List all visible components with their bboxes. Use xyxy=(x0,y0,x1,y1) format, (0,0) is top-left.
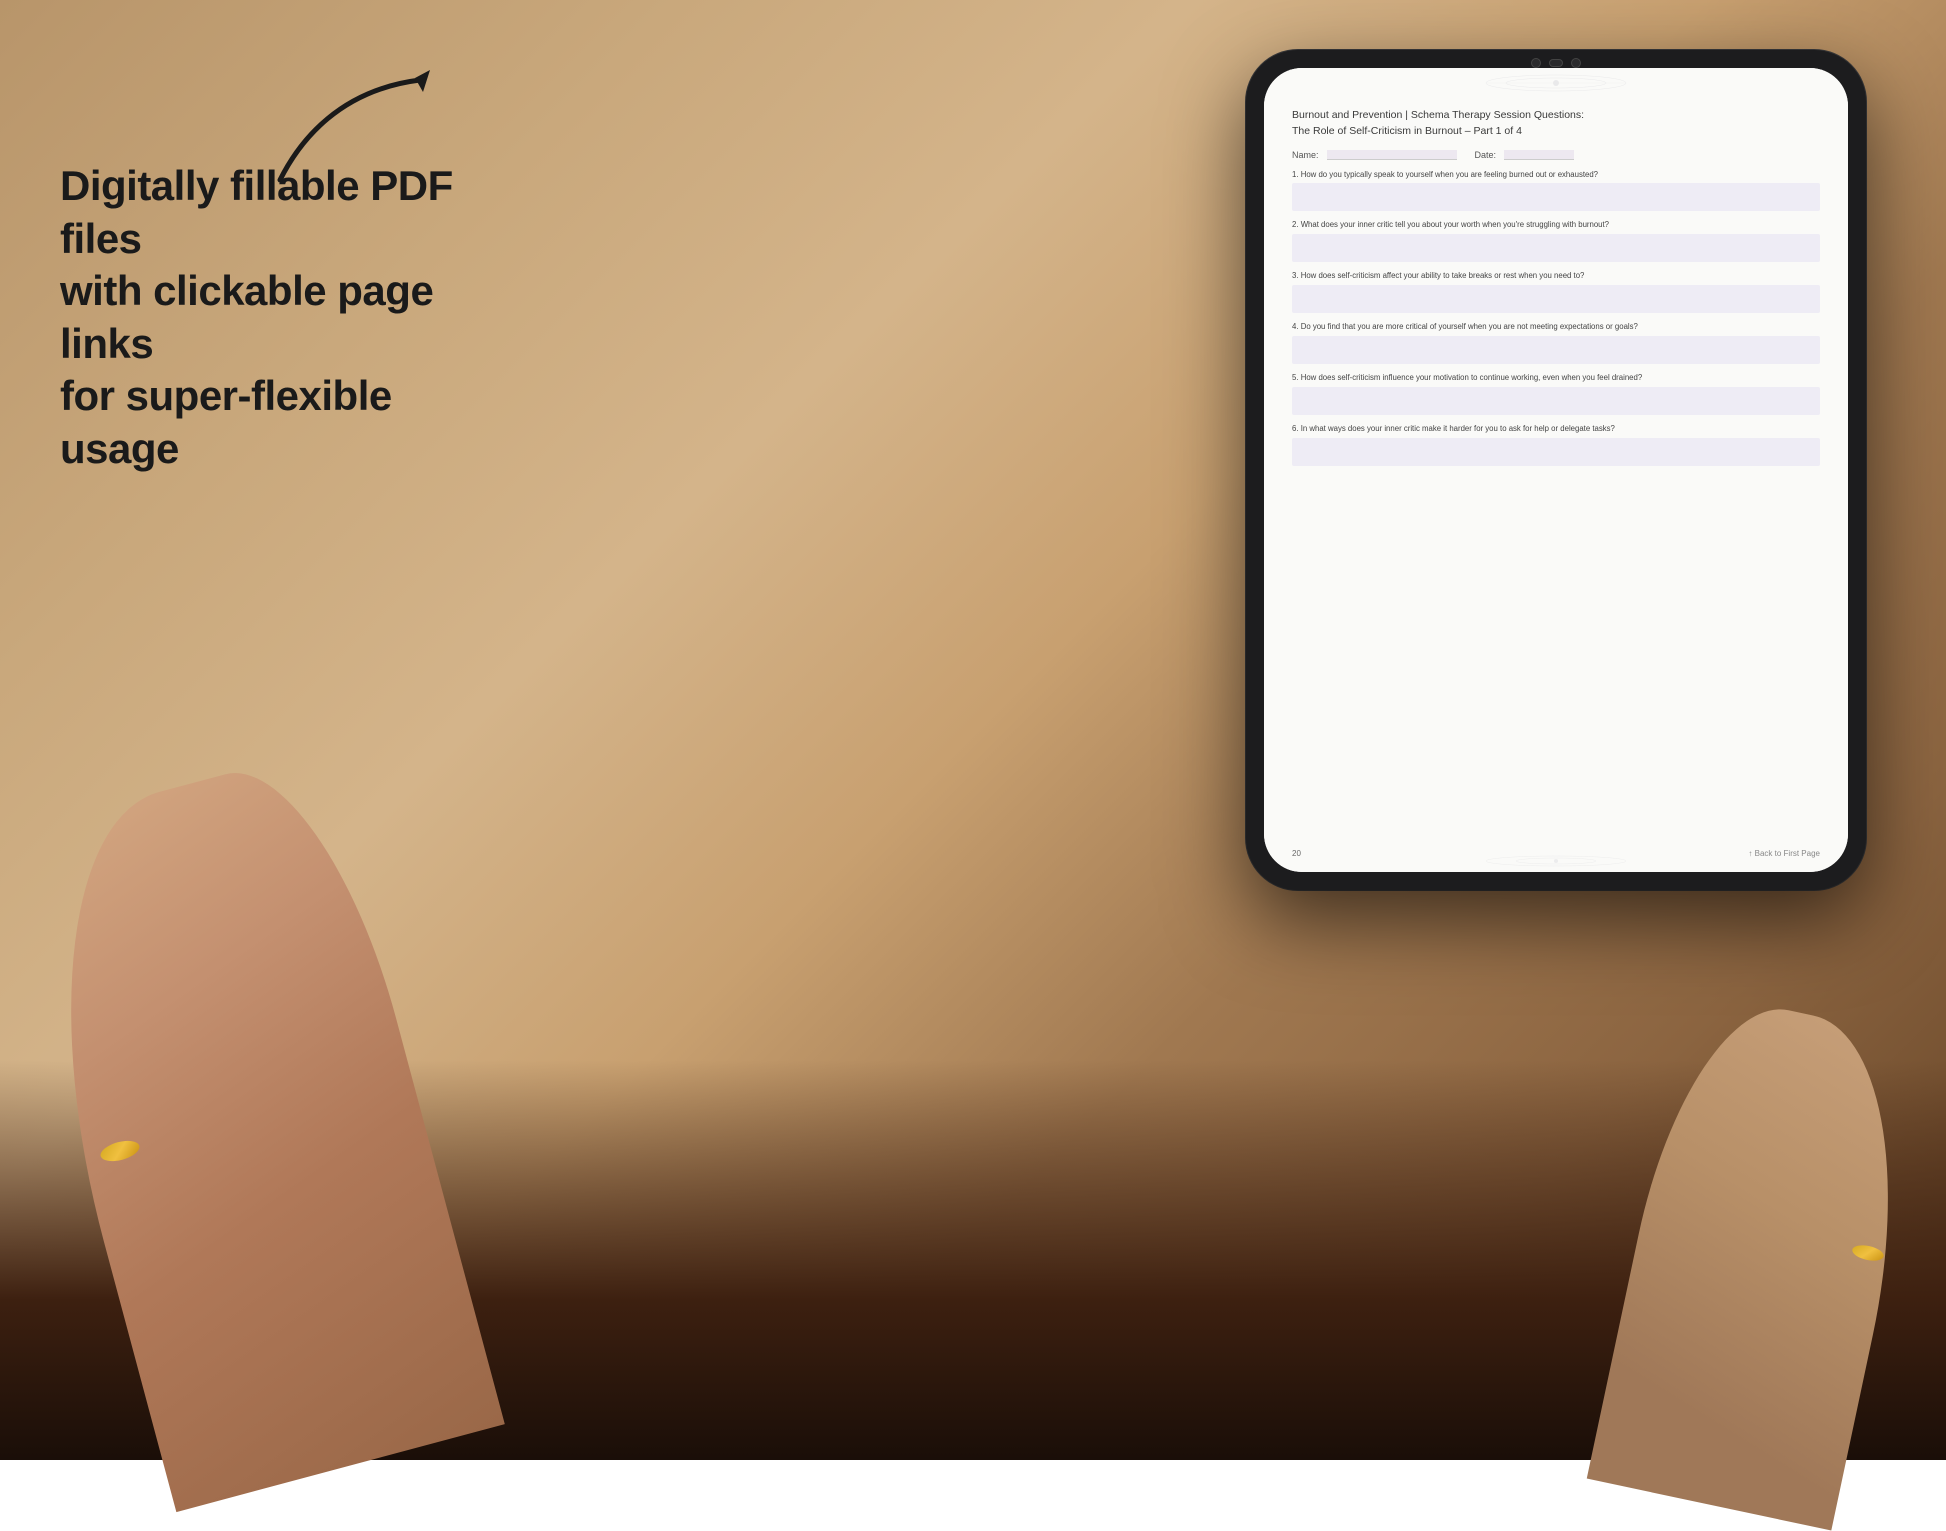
pdf-title-line2: The Role of Self-Criticism in Burnout – … xyxy=(1292,124,1820,140)
answer-1-box[interactable] xyxy=(1292,183,1820,211)
question-6: 6. In what ways does your inner critic m… xyxy=(1292,424,1820,466)
question-1: 1. How do you typically speak to yoursel… xyxy=(1292,170,1820,212)
question-3-text: 3. How does self-criticism affect your a… xyxy=(1292,271,1820,282)
pdf-name-label: Name: xyxy=(1292,150,1319,160)
pdf-page-number: 20 xyxy=(1292,849,1301,858)
pdf-title-line1: Burnout and Prevention | Schema Therapy … xyxy=(1292,108,1820,124)
pdf-deco-top xyxy=(1476,72,1636,94)
answer-6-box[interactable] xyxy=(1292,438,1820,466)
answer-4-box[interactable] xyxy=(1292,336,1820,364)
tablet-camera-right xyxy=(1571,58,1581,68)
pdf-name-field[interactable] xyxy=(1327,150,1457,160)
question-4: 4. Do you find that you are more critica… xyxy=(1292,322,1820,364)
question-5: 5. How does self-criticism influence you… xyxy=(1292,373,1820,415)
answer-5-box[interactable] xyxy=(1292,387,1820,415)
pdf-deco-bottom xyxy=(1476,854,1636,868)
question-2-text: 2. What does your inner critic tell you … xyxy=(1292,220,1820,231)
pdf-back-to-first-link[interactable]: ↑ Back to First Page xyxy=(1748,849,1820,858)
promo-headline: Digitally fillable PDF files with clicka… xyxy=(60,160,500,475)
pdf-document: Burnout and Prevention | Schema Therapy … xyxy=(1264,68,1848,872)
question-4-text: 4. Do you find that you are more critica… xyxy=(1292,322,1820,333)
answer-3-box[interactable] xyxy=(1292,285,1820,313)
pdf-name-date-row: Name: Date: xyxy=(1292,150,1820,160)
tablet-sensor xyxy=(1549,59,1563,67)
question-2: 2. What does your inner critic tell you … xyxy=(1292,220,1820,262)
tablet-bezel: Burnout and Prevention | Schema Therapy … xyxy=(1246,50,1866,890)
pdf-title-block: Burnout and Prevention | Schema Therapy … xyxy=(1292,108,1820,140)
pdf-date-label: Date: xyxy=(1475,150,1497,160)
question-6-text: 6. In what ways does your inner critic m… xyxy=(1292,424,1820,435)
question-5-text: 5. How does self-criticism influence you… xyxy=(1292,373,1820,384)
answer-2-box[interactable] xyxy=(1292,234,1820,262)
tablet-camera-left xyxy=(1531,58,1541,68)
question-1-text: 1. How do you typically speak to yoursel… xyxy=(1292,170,1820,181)
tablet-device: Burnout and Prevention | Schema Therapy … xyxy=(1246,50,1866,890)
tablet-screen: Burnout and Prevention | Schema Therapy … xyxy=(1264,68,1848,872)
tablet-camera-bar xyxy=(1531,58,1581,68)
left-promo-text: Digitally fillable PDF files with clicka… xyxy=(60,160,500,475)
question-3: 3. How does self-criticism affect your a… xyxy=(1292,271,1820,313)
pdf-date-field[interactable] xyxy=(1504,150,1574,160)
pdf-questions-container: 1. How do you typically speak to yoursel… xyxy=(1292,170,1820,475)
